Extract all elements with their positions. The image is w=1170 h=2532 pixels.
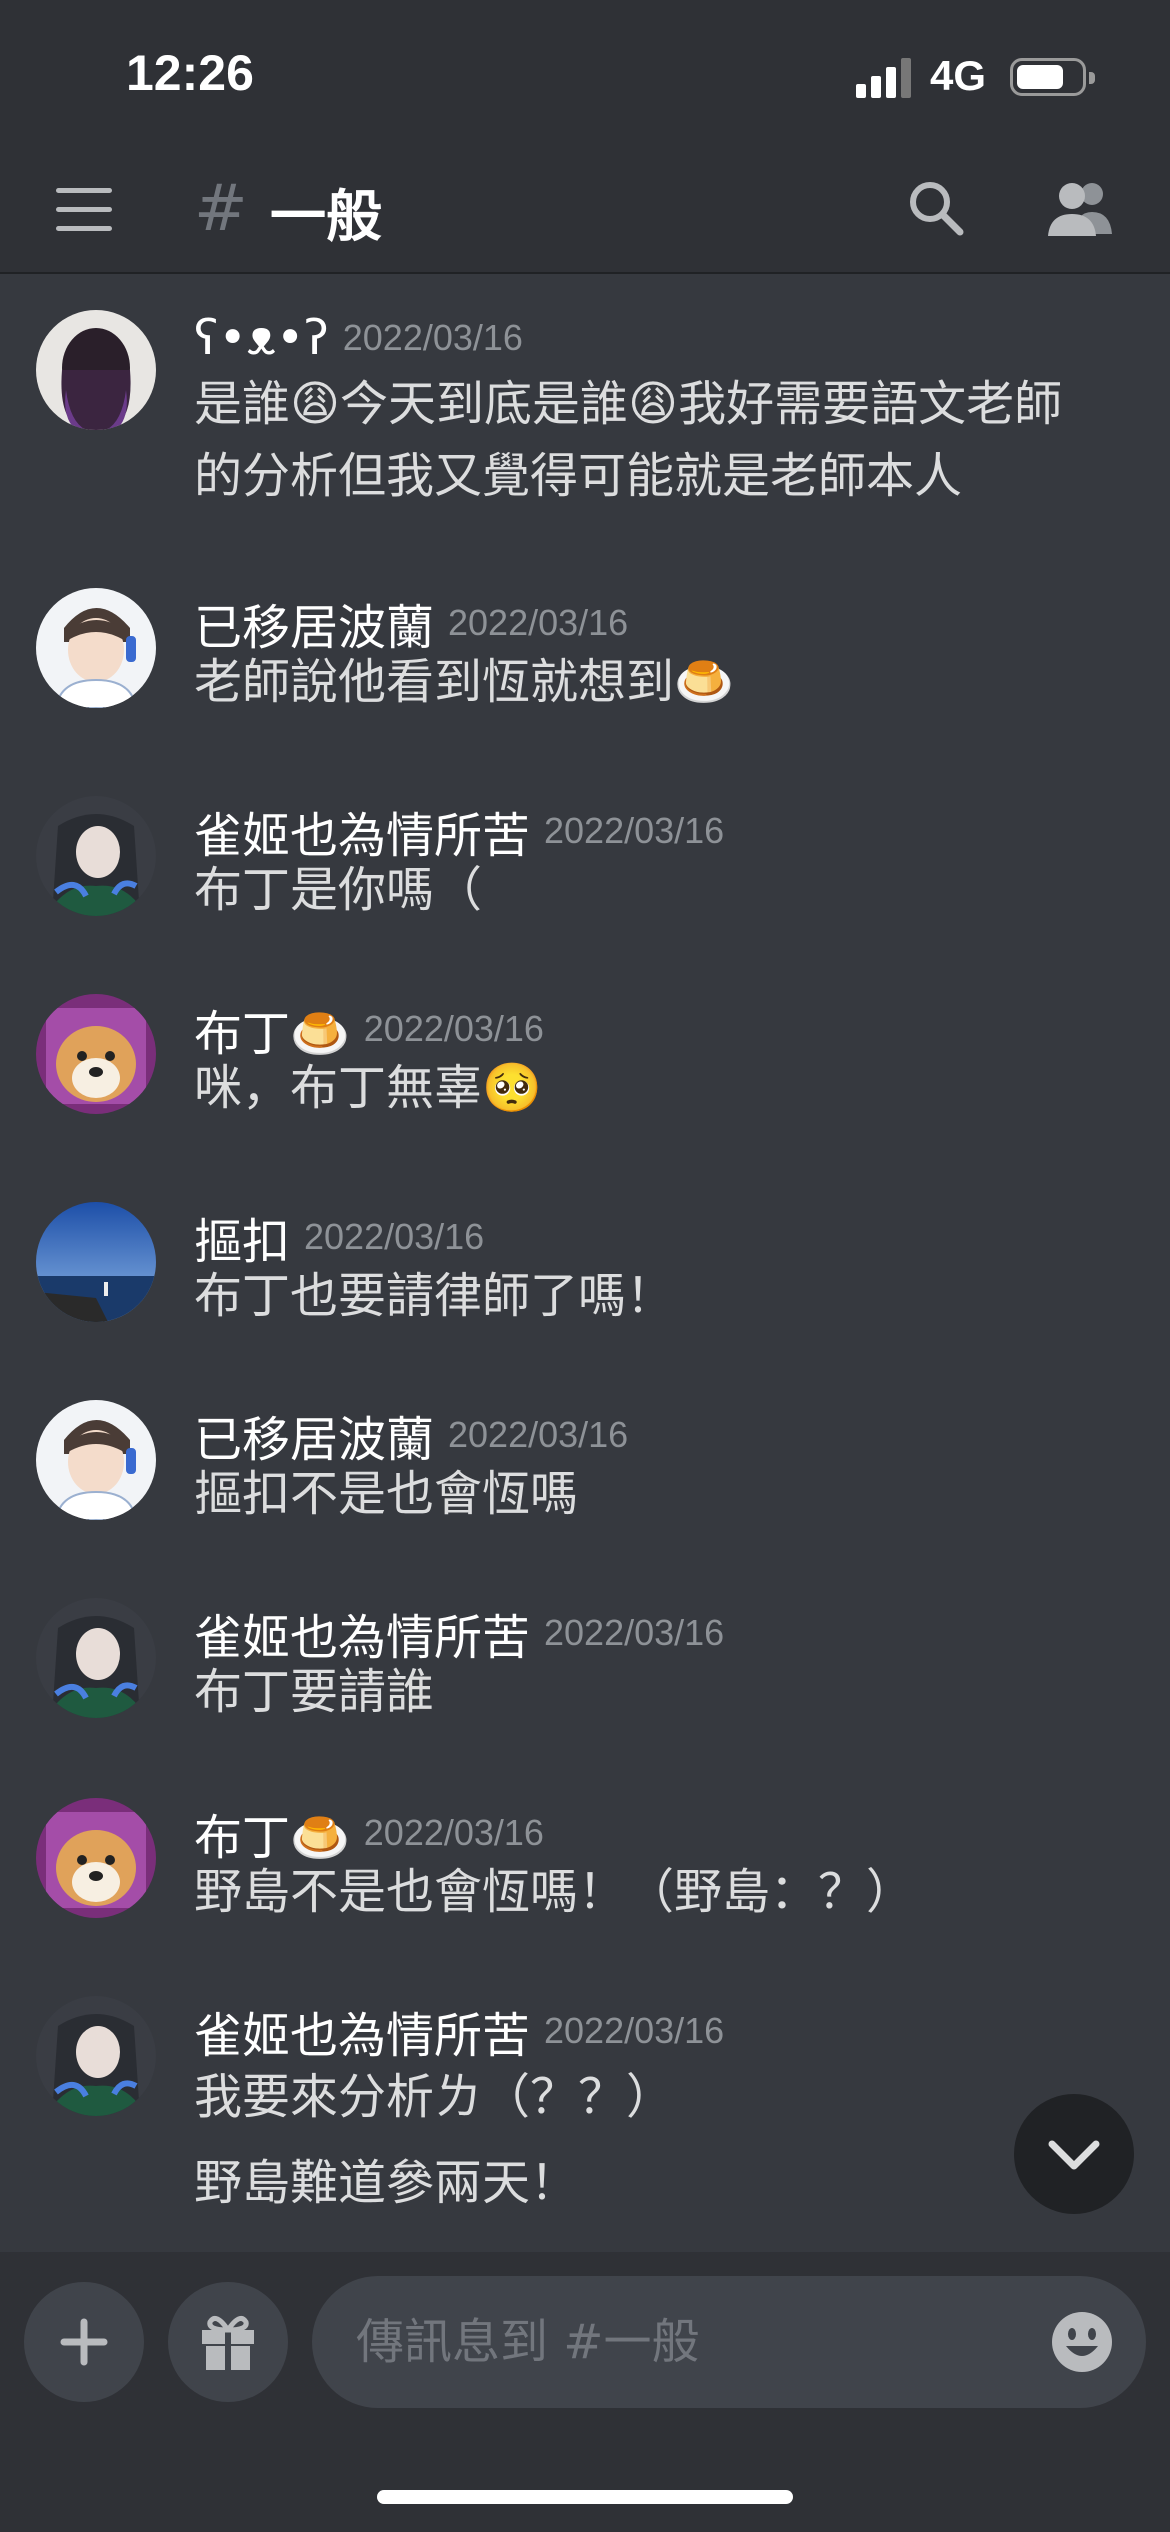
status-time: 12:26: [126, 45, 254, 101]
channel-header: # 一般: [0, 150, 1170, 274]
message-line: 是誰😩今天到底是誰😩我好需要語文老師: [194, 376, 1063, 432]
avatar[interactable]: [36, 1202, 156, 1322]
message-line: 布丁要請誰: [194, 1664, 435, 1720]
chevron-down-icon: [1048, 2140, 1100, 2170]
avatar[interactable]: [36, 310, 156, 430]
message-line: 老師說他看到恆就想到🍮: [194, 654, 734, 710]
message-text: 野島不是也會恆嗎！（野島：？）: [194, 1856, 1144, 1928]
timestamp: 2022/03/16: [544, 2010, 725, 2051]
message-line: 布丁也要請律師了嗎！: [194, 1268, 675, 1324]
message-line: 野島難道參兩天！: [194, 2155, 579, 2211]
search-icon[interactable]: [906, 178, 966, 238]
message-line: 布丁是你嗎（: [194, 862, 483, 918]
message-text: 布丁要請誰: [194, 1656, 1144, 1728]
message-text: 布丁也要請律師了嗎！: [194, 1260, 1144, 1332]
message-line: 的分析但我又覺得可能就是老師本人: [194, 448, 963, 504]
timestamp: 2022/03/16: [304, 1216, 485, 1257]
message-text: 布丁是你嗎（: [194, 854, 1144, 926]
channel-title: 一般: [270, 185, 382, 250]
status-bar: 12:26 4G: [0, 0, 1170, 150]
plus-icon: [60, 2318, 108, 2366]
hash-icon: #: [194, 172, 248, 246]
message-line: 我要來分析ㄌ（？？）: [194, 2069, 675, 2125]
avatar[interactable]: [36, 1598, 156, 1718]
timestamp: 2022/03/16: [448, 602, 629, 643]
hamburger-menu-icon[interactable]: [56, 188, 112, 232]
timestamp: 2022/03/16: [544, 810, 725, 851]
gift-icon: [202, 2315, 254, 2370]
message-line: 咪，布丁無辜🥺: [194, 1060, 542, 1116]
message-text: 咪，布丁無辜🥺: [194, 1052, 1144, 1124]
timestamp: 2022/03/16: [448, 1414, 629, 1455]
battery-icon: [1010, 58, 1095, 96]
message-text: 是誰😩今天到底是誰😩我好需要語文老師 的分析但我又覺得可能就是老師本人: [194, 368, 1144, 512]
message-text: 老師說他看到恆就想到🍮: [194, 646, 1144, 718]
message-input[interactable]: [312, 2276, 1146, 2408]
home-indicator: [377, 2490, 793, 2504]
message-text: 我要來分析ㄌ（？？） 野島難道參兩天！: [194, 2054, 1144, 2226]
avatar[interactable]: [36, 994, 156, 1114]
username[interactable]: ʕ•ᴥ•ʔ: [194, 310, 329, 366]
smiley-icon[interactable]: [1050, 2310, 1114, 2374]
timestamp: 2022/03/16: [363, 1812, 544, 1853]
message-line: 野島不是也會恆嗎！（野島：？）: [194, 1864, 915, 1920]
timestamp: 2022/03/16: [544, 1612, 725, 1653]
add-attachment-button[interactable]: [24, 2282, 144, 2402]
message-text: 摳扣不是也會恆嗎: [194, 1458, 1144, 1530]
avatar[interactable]: [36, 1400, 156, 1520]
timestamp: 2022/03/16: [342, 317, 523, 358]
members-icon[interactable]: [1044, 178, 1114, 238]
message-line: 摳扣不是也會恆嗎: [194, 1466, 579, 1522]
message-list[interactable]: ʕ•ᴥ•ʔ 2022/03/16 是誰😩今天到底是誰😩我好需要語文老師 的分析但我…: [0, 276, 1170, 2252]
cellular-signal-icon: [856, 58, 914, 98]
timestamp: 2022/03/16: [363, 1008, 544, 1049]
gift-nitro-button[interactable]: [168, 2282, 288, 2402]
network-type: 4G: [930, 52, 987, 99]
avatar[interactable]: [36, 1996, 156, 2116]
message-header: ʕ•ᴥ•ʔ 2022/03/16: [194, 310, 523, 366]
avatar[interactable]: [36, 1798, 156, 1918]
jump-to-present-button[interactable]: [1014, 2094, 1134, 2214]
avatar[interactable]: [36, 588, 156, 708]
avatar[interactable]: [36, 796, 156, 916]
